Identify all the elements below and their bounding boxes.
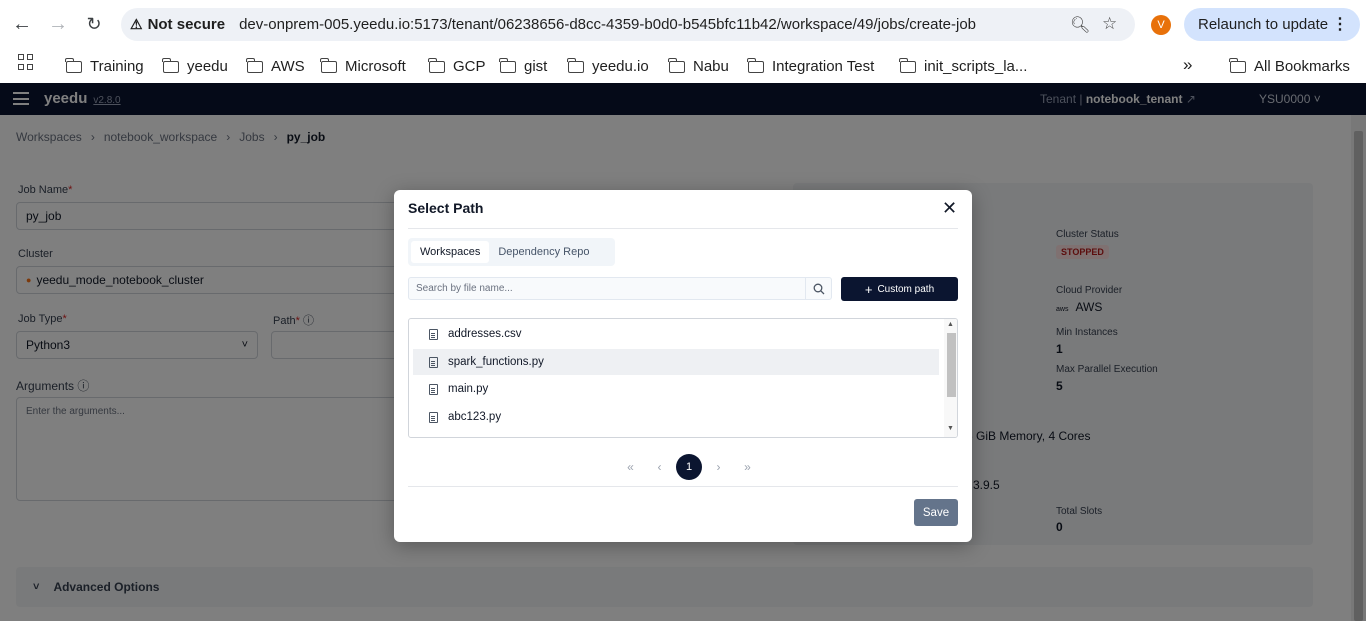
kebab-menu-icon[interactable]: ⋮	[1332, 14, 1348, 34]
save-button[interactable]: Save	[914, 499, 958, 526]
bookmarks-bar: Training yeedu AWS Microsoft GCP gist ye…	[0, 48, 1366, 83]
more-bookmarks-icon[interactable]: »	[1183, 55, 1192, 75]
bookmark-nabu[interactable]: Nabu	[668, 57, 729, 75]
search-icon	[813, 283, 825, 294]
folder-icon	[1229, 57, 1246, 73]
bookmark-yeedu[interactable]: yeedu	[162, 57, 228, 75]
file-list: addresses.csv spark_functions.py main.py…	[408, 318, 958, 438]
folder-icon	[320, 57, 337, 73]
security-label: Not secure	[147, 16, 226, 33]
bookmark-training[interactable]: Training	[65, 57, 144, 75]
scroll-down-icon[interactable]: ▼	[947, 425, 954, 432]
plus-icon: +	[864, 281, 873, 297]
dialog-title: Select Path	[408, 200, 484, 216]
folder-icon	[428, 57, 445, 73]
scroll-up-icon[interactable]: ▲	[947, 321, 954, 328]
file-icon	[429, 356, 438, 368]
forward-arrow-icon[interactable]: →	[46, 12, 70, 36]
file-search-box	[408, 277, 832, 300]
bookmark-init-scripts[interactable]: init_scripts_la...	[899, 57, 1027, 75]
file-search-input[interactable]	[409, 283, 799, 294]
pagination: « ‹ 1 › »	[616, 454, 762, 480]
security-indicator[interactable]: ⚠ Not secure	[130, 16, 225, 33]
back-arrow-icon[interactable]: ←	[10, 12, 34, 36]
bookmark-yeedu-io[interactable]: yeedu.io	[567, 57, 649, 75]
tab-workspaces[interactable]: Workspaces	[411, 241, 490, 263]
browser-chrome: ← → ↻ ⚠ Not secure dev-onprem-005.yeedu.…	[0, 0, 1366, 83]
star-icon[interactable]: ☆	[1102, 14, 1117, 34]
divider	[408, 486, 958, 487]
folder-icon	[162, 57, 179, 73]
list-item[interactable]: addresses.csv	[413, 321, 939, 347]
prev-page-icon[interactable]: ‹	[645, 460, 674, 474]
bookmark-gcp[interactable]: GCP	[428, 57, 486, 75]
browser-nav-row: ← → ↻ ⚠ Not secure dev-onprem-005.yeedu.…	[0, 0, 1366, 48]
custom-path-button[interactable]: + Custom path	[841, 277, 958, 301]
file-icon	[429, 383, 438, 395]
folder-icon	[899, 57, 916, 73]
folder-icon	[246, 57, 263, 73]
list-item[interactable]: spark_functions.py	[413, 349, 939, 375]
file-icon	[429, 411, 438, 423]
url-text[interactable]: dev-onprem-005.yeedu.io:5173/tenant/0623…	[239, 16, 976, 33]
profile-avatar[interactable]: V	[1151, 15, 1171, 35]
folder-icon	[668, 57, 685, 73]
custom-path-label: Custom path	[877, 283, 935, 295]
search-button[interactable]	[805, 278, 832, 299]
zoom-icon[interactable]: 🔍︎	[1070, 15, 1090, 35]
bookmark-integration-test[interactable]: Integration Test	[747, 57, 874, 75]
folder-icon	[747, 57, 764, 73]
close-icon[interactable]: ✕	[942, 198, 957, 219]
file-list-scrollbar[interactable]: ▲ ▼	[944, 319, 957, 437]
next-page-icon[interactable]: ›	[704, 460, 733, 474]
relaunch-button[interactable]: Relaunch to update ⋮	[1184, 8, 1360, 41]
tab-dependency-repo[interactable]: Dependency Repo	[489, 241, 598, 263]
bookmark-aws[interactable]: AWS	[246, 57, 305, 75]
current-page[interactable]: 1	[676, 454, 702, 480]
bookmark-microsoft[interactable]: Microsoft	[320, 57, 406, 75]
list-item[interactable]: main.py	[413, 376, 939, 402]
folder-icon	[65, 57, 82, 73]
modal-backdrop-header[interactable]	[0, 83, 1366, 115]
last-page-icon[interactable]: »	[733, 460, 762, 474]
relaunch-label: Relaunch to update	[1198, 16, 1329, 33]
warning-icon: ⚠	[130, 16, 143, 32]
list-item[interactable]: abc123.py	[413, 404, 939, 430]
first-page-icon[interactable]: «	[616, 460, 645, 474]
bookmark-gist[interactable]: gist	[499, 57, 547, 75]
address-bar[interactable]: ⚠ Not secure dev-onprem-005.yeedu.io:517…	[121, 8, 1135, 41]
all-bookmarks[interactable]: All Bookmarks	[1229, 57, 1350, 75]
path-source-tabs: Workspaces Dependency Repo	[408, 238, 615, 266]
select-path-dialog: Select Path ✕ Workspaces Dependency Repo…	[394, 190, 972, 542]
divider	[408, 228, 958, 229]
reload-icon[interactable]: ↻	[82, 12, 106, 36]
folder-icon	[567, 57, 584, 73]
folder-icon	[499, 57, 516, 73]
file-icon	[429, 328, 438, 340]
